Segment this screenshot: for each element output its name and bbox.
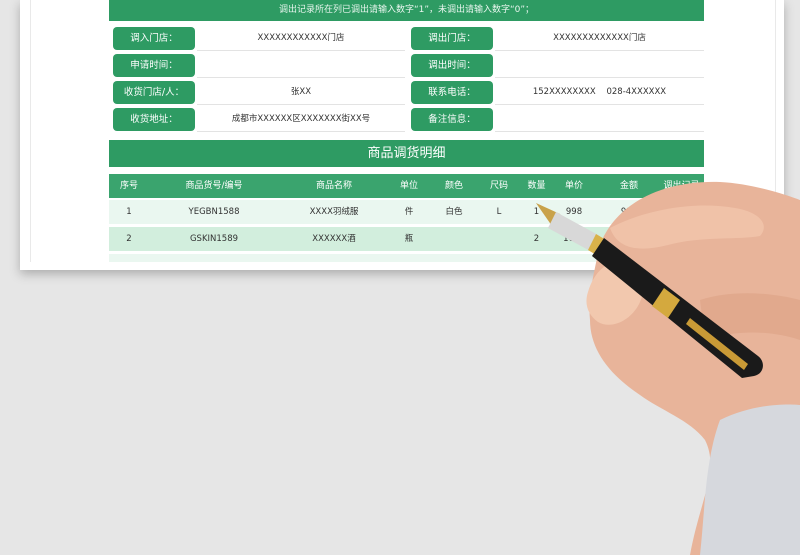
hand-with-pen-illustration [536, 181, 800, 555]
